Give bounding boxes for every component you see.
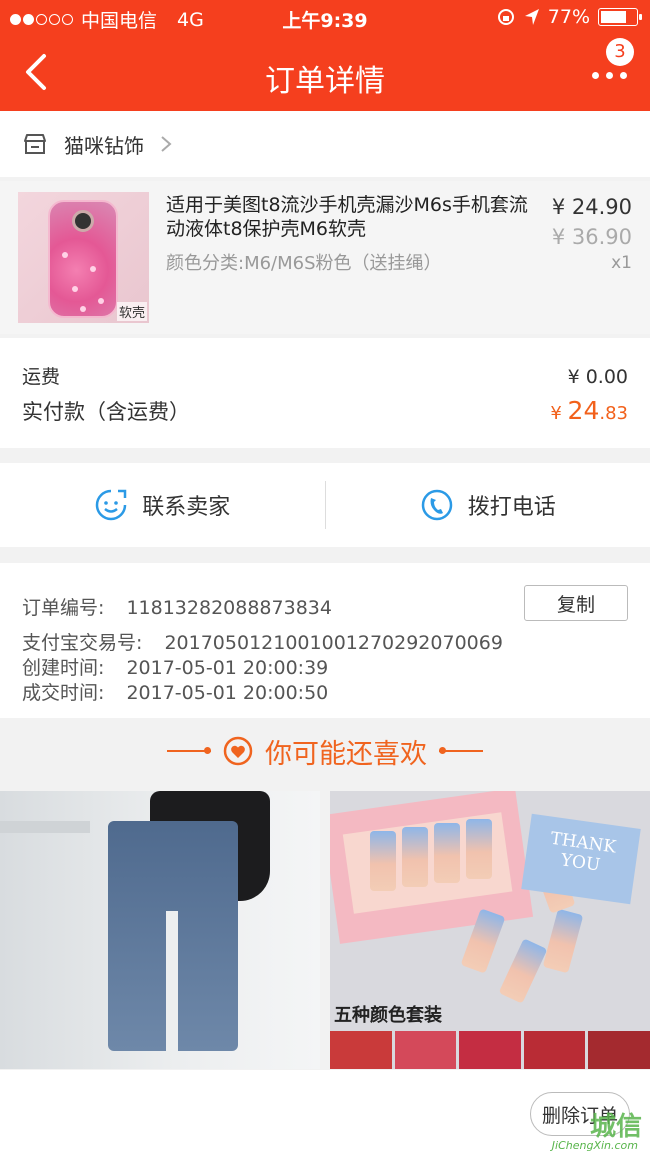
camera-lens-image [72, 210, 94, 232]
phone-icon [421, 489, 452, 521]
product-price: ¥ 24.90 [551, 195, 632, 219]
recommend-item-jeans[interactable] [0, 791, 320, 1069]
thank-you-card: THANK YOU [521, 813, 641, 905]
product-title: 适用于美图t8流沙手机壳漏沙M6s手机套流动液体t8保护壳M6软壳 [166, 194, 528, 240]
product-original-price: ¥ 36.90 [551, 225, 632, 249]
product-image: 软壳 [18, 192, 149, 323]
lipstick-tube-image [498, 938, 548, 1004]
order-info: 订单编号: 11813282088873834 复制 支付宝交易号: 20170… [0, 563, 650, 718]
recommend-title: 你可能还喜欢 [265, 738, 427, 770]
deal-time-value: 2017-05-01 20:00:50 [126, 682, 329, 704]
more-dot-icon [592, 72, 599, 79]
contact-seller-button[interactable]: 联系卖家 [0, 463, 325, 547]
alipay-value: 2017050121001001270292070069 [164, 632, 503, 654]
created-time-value: 2017-05-01 20:00:39 [126, 657, 329, 679]
shipping-value: ¥ 0.00 [567, 366, 628, 388]
recommend-line-right [439, 746, 483, 756]
page-title: 订单详情 [265, 64, 385, 99]
jeans-image [108, 821, 238, 1051]
product-spec: 颜色分类:M6/M6S粉色（送挂绳） [166, 253, 442, 274]
battery-icon [598, 8, 642, 26]
more-menu-button[interactable] [588, 62, 632, 92]
lipstick-tube-image [434, 823, 460, 883]
rotation-lock-icon [497, 9, 514, 25]
call-phone-label: 拨打电话 [467, 495, 556, 520]
chevron-right-icon [161, 136, 172, 152]
deal-time-row: 成交时间: 2017-05-01 20:00:50 [22, 678, 328, 705]
recommend-item-lipstick[interactable]: THANK YOU 五种颜色套装 [330, 791, 650, 1069]
top-bar: 中国电信 4G 上午9:39 77% 订单详情 3 [0, 0, 650, 111]
shop-name: 猫咪钻饰 [64, 133, 144, 158]
deal-time-label: 成交时间: [22, 682, 105, 704]
recommend-header: 你可能还喜欢 [0, 718, 650, 784]
battery-percent: 77% [547, 6, 590, 28]
heart-icon [223, 736, 253, 766]
created-time-row: 创建时间: 2017-05-01 20:00:39 [22, 653, 328, 680]
message-badge: 3 [606, 38, 634, 66]
contact-bar: 联系卖家 拨打电话 [0, 463, 650, 547]
lip-swatches-image [330, 1031, 650, 1069]
call-phone-button[interactable]: 拨打电话 [326, 463, 650, 547]
contact-seller-label: 联系卖家 [142, 495, 231, 520]
shipping-label: 运费 [22, 366, 61, 388]
alipay-row: 支付宝交易号: 2017050121001001270292070069 [22, 628, 503, 655]
status-bar: 中国电信 4G 上午9:39 77% [0, 0, 650, 36]
order-id-row: 订单编号: 11813282088873834 [22, 593, 332, 620]
watermark: 城信 JiChengXin.com [526, 1106, 646, 1152]
more-dot-icon [620, 72, 627, 79]
order-totals: 运费 ¥ 0.00 实付款（含运费） ¥ 24.83 [0, 338, 650, 448]
recommend-grid: THANK YOU 五种颜色套装 [0, 791, 650, 1069]
alipay-label: 支付宝交易号: [22, 632, 143, 654]
paid-amount: ¥ 24.83 [550, 396, 628, 425]
chat-smile-icon [96, 489, 127, 521]
footer-bar: 删除订单 城信 JiChengXin.com [0, 1070, 650, 1156]
nav-bar: 订单详情 3 [0, 36, 650, 111]
order-id-value: 11813282088873834 [126, 597, 332, 619]
lipstick-tube-image [542, 908, 584, 974]
paid-row: 实付款（含运费） ¥ 24.83 [22, 396, 628, 426]
lipstick-tube-image [466, 819, 492, 879]
product-image-tag: 软壳 [116, 302, 147, 321]
watermark-en: JiChengXin.com [551, 1139, 638, 1152]
product-item[interactable]: 软壳 适用于美图t8流沙手机壳漏沙M6s手机套流动液体t8保护壳M6软壳 颜色分… [0, 181, 650, 334]
phone-case-image [48, 200, 118, 318]
more-dot-icon [606, 72, 613, 79]
recommend-line-left [167, 746, 211, 756]
created-time-label: 创建时间: [22, 657, 105, 679]
copy-button[interactable]: 复制 [524, 585, 628, 621]
location-arrow-icon [524, 9, 539, 25]
lipstick-caption: 五种颜色套装 [334, 1005, 442, 1026]
paid-label: 实付款（含运费） [22, 400, 190, 424]
lipstick-tube-image [402, 827, 428, 887]
watermark-cn: 城信 [589, 1112, 642, 1142]
lipstick-tube-image [370, 831, 396, 891]
status-right: 77% [496, 6, 642, 28]
shelf-image [0, 821, 90, 833]
product-quantity: x1 [611, 253, 632, 273]
shipping-row: 运费 ¥ 0.00 [22, 362, 628, 389]
order-id-label: 订单编号: [22, 597, 105, 619]
store-icon [24, 134, 46, 154]
shop-row[interactable]: 猫咪钻饰 [0, 111, 650, 177]
